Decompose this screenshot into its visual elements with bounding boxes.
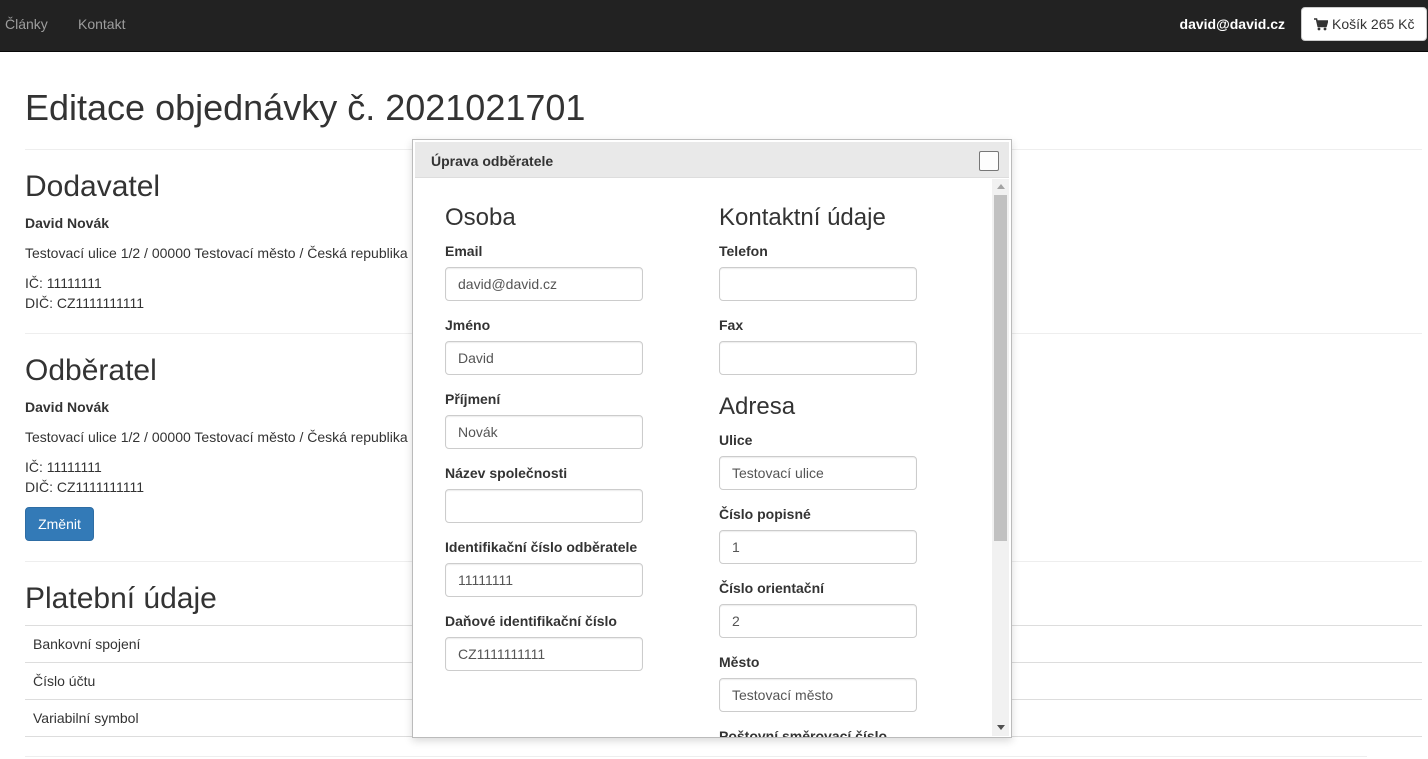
person-heading: Osoba [445, 204, 516, 231]
tax-id-field[interactable] [445, 637, 643, 671]
dialog-header: Úprava odběratele [415, 142, 1009, 178]
phone-field[interactable] [719, 267, 917, 301]
cart-label: Košík 265 Kč [1332, 16, 1415, 32]
street-label: Ulice [719, 432, 753, 448]
customer-ic: IČ: 11111111 [25, 459, 102, 475]
city-label: Město [719, 654, 760, 670]
city-field[interactable] [719, 678, 917, 712]
house-number-field[interactable] [719, 530, 917, 564]
contact-heading: Kontaktní údaje [719, 204, 886, 231]
company-id-label: Identifikační číslo odběratele [445, 539, 638, 555]
first-name-label: Jméno [445, 317, 491, 333]
dialog-scrollbar[interactable] [992, 179, 1009, 736]
first-name-field[interactable] [445, 341, 643, 375]
scroll-up-arrow-icon[interactable] [997, 184, 1005, 189]
payment-row-label: Bankovní spojení [33, 636, 141, 652]
postal-code-label: Poštovní směrovací číslo [719, 728, 888, 737]
change-customer-button[interactable]: Změnit [25, 507, 94, 541]
customer-address: Testovací ulice 1/2 / 00000 Testovací mě… [25, 429, 408, 445]
phone-label: Telefon [719, 243, 768, 259]
dialog-title: Úprava odběratele [431, 153, 554, 169]
divider [25, 756, 1367, 757]
street-field[interactable] [719, 456, 917, 490]
last-name-field[interactable] [445, 415, 643, 449]
dialog-body: Osoba Email Jméno Příjmení Název společn… [414, 179, 992, 737]
tax-id-label: Daňové identifikační číslo [445, 613, 617, 629]
nav-link-contact[interactable]: Kontakt [78, 16, 125, 32]
customer-dic: DIČ: CZ1111111111 [25, 479, 145, 495]
top-navbar: Články Kontakt david@david.cz Košík 265 … [0, 0, 1428, 52]
nav-link-articles[interactable]: Články [5, 16, 48, 32]
fax-label: Fax [719, 317, 744, 333]
payment-row-label: Variabilní symbol [33, 710, 139, 726]
supplier-dic: DIČ: CZ1111111111 [25, 295, 145, 311]
supplier-ic: IČ: 11111111 [25, 275, 102, 291]
orientation-number-field[interactable] [719, 604, 917, 638]
fax-field[interactable] [719, 341, 917, 375]
supplier-name: David Novák [25, 215, 110, 231]
scroll-down-arrow-icon[interactable] [997, 725, 1005, 730]
edit-customer-dialog: Úprava odběratele Osoba Email Jméno Příj… [412, 139, 1012, 738]
cart-button[interactable]: Košík 265 Kč [1301, 7, 1427, 41]
customer-name: David Novák [25, 399, 110, 415]
email-label: Email [445, 243, 483, 259]
email-field[interactable] [445, 267, 643, 301]
company-id-field[interactable] [445, 563, 643, 597]
company-name-field[interactable] [445, 489, 643, 523]
user-email[interactable]: david@david.cz [1180, 16, 1285, 32]
close-icon[interactable] [979, 151, 999, 171]
house-number-label: Číslo popisné [719, 506, 811, 522]
supplier-heading: Dodavatel [25, 170, 161, 203]
orientation-number-label: Číslo orientační [719, 580, 825, 596]
page-title: Editace objednávky č. 2021021701 [25, 87, 586, 128]
payment-row-label: Číslo účtu [33, 673, 96, 689]
payment-heading: Platební údaje [25, 582, 217, 615]
shopping-cart-icon [1314, 18, 1329, 31]
customer-heading: Odběratel [25, 354, 157, 387]
address-heading: Adresa [719, 393, 796, 420]
company-name-label: Název společnosti [445, 465, 568, 481]
supplier-address: Testovací ulice 1/2 / 00000 Testovací mě… [25, 245, 408, 261]
last-name-label: Příjmení [445, 391, 501, 407]
scrollbar-thumb[interactable] [994, 195, 1007, 541]
